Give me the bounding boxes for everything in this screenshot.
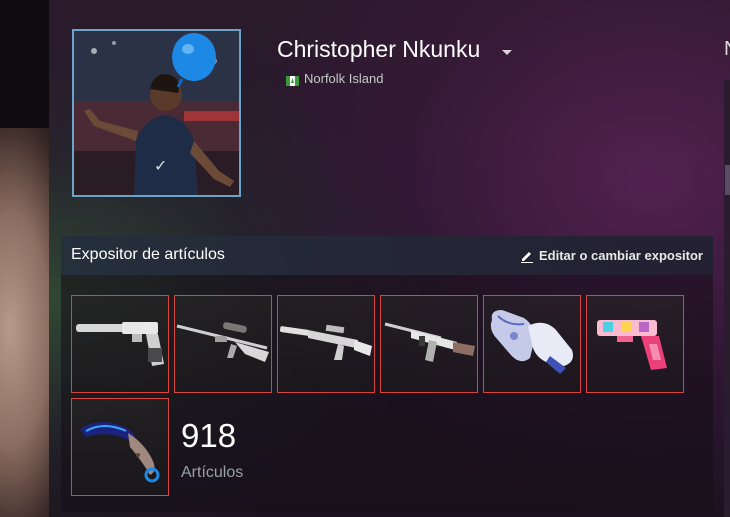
item-count: 918 [181,417,237,454]
svg-text:✓: ✓ [154,156,167,175]
profile-location: Norfolk Island [286,71,383,86]
edit-showcase-label: Editar o cambiar expositor [539,248,703,263]
showcase-item-gloves[interactable] [483,295,581,393]
location-label: Norfolk Island [304,71,384,86]
showcase-item-sniper-rifle[interactable] [174,295,272,393]
persona-name[interactable]: Christopher Nkunku [277,36,480,63]
showcase-item-silenced-pistol[interactable] [71,295,169,393]
right-panel-glyph: N [724,38,730,61]
pistol-skin-icon [597,320,667,370]
karambit-knife-icon [80,422,160,483]
showcase-item-assault-rifle[interactable] [380,295,478,393]
profile-avatar[interactable]: ✓ [72,29,241,197]
pencil-icon [521,251,533,263]
name-dropdown-icon[interactable] [502,50,512,55]
background-left-image [0,0,52,517]
assault-rifle-icon [384,322,475,362]
silenced-rifle-icon [279,324,372,360]
showcase-title: Expositor de artículos [71,246,225,263]
showcase-item-pistol-skin[interactable] [586,295,684,393]
norfolk-island-flag-icon [286,74,299,86]
showcase-item-silenced-rifle[interactable] [277,295,375,393]
right-panel-marker [725,165,730,195]
silenced-pistol-icon [76,322,164,366]
edit-showcase-link[interactable]: Editar o cambiar expositor [520,248,703,263]
item-count-label: Artículos [181,464,244,481]
sniper-rifle-icon [176,322,269,362]
showcase-item-karambit[interactable] [71,398,169,496]
gloves-icon [490,310,573,374]
showcase-header: Expositor de artículos Editar o cambiar … [61,236,713,275]
right-panel-edge [724,80,730,517]
avatar-image: ✓ [74,31,239,195]
